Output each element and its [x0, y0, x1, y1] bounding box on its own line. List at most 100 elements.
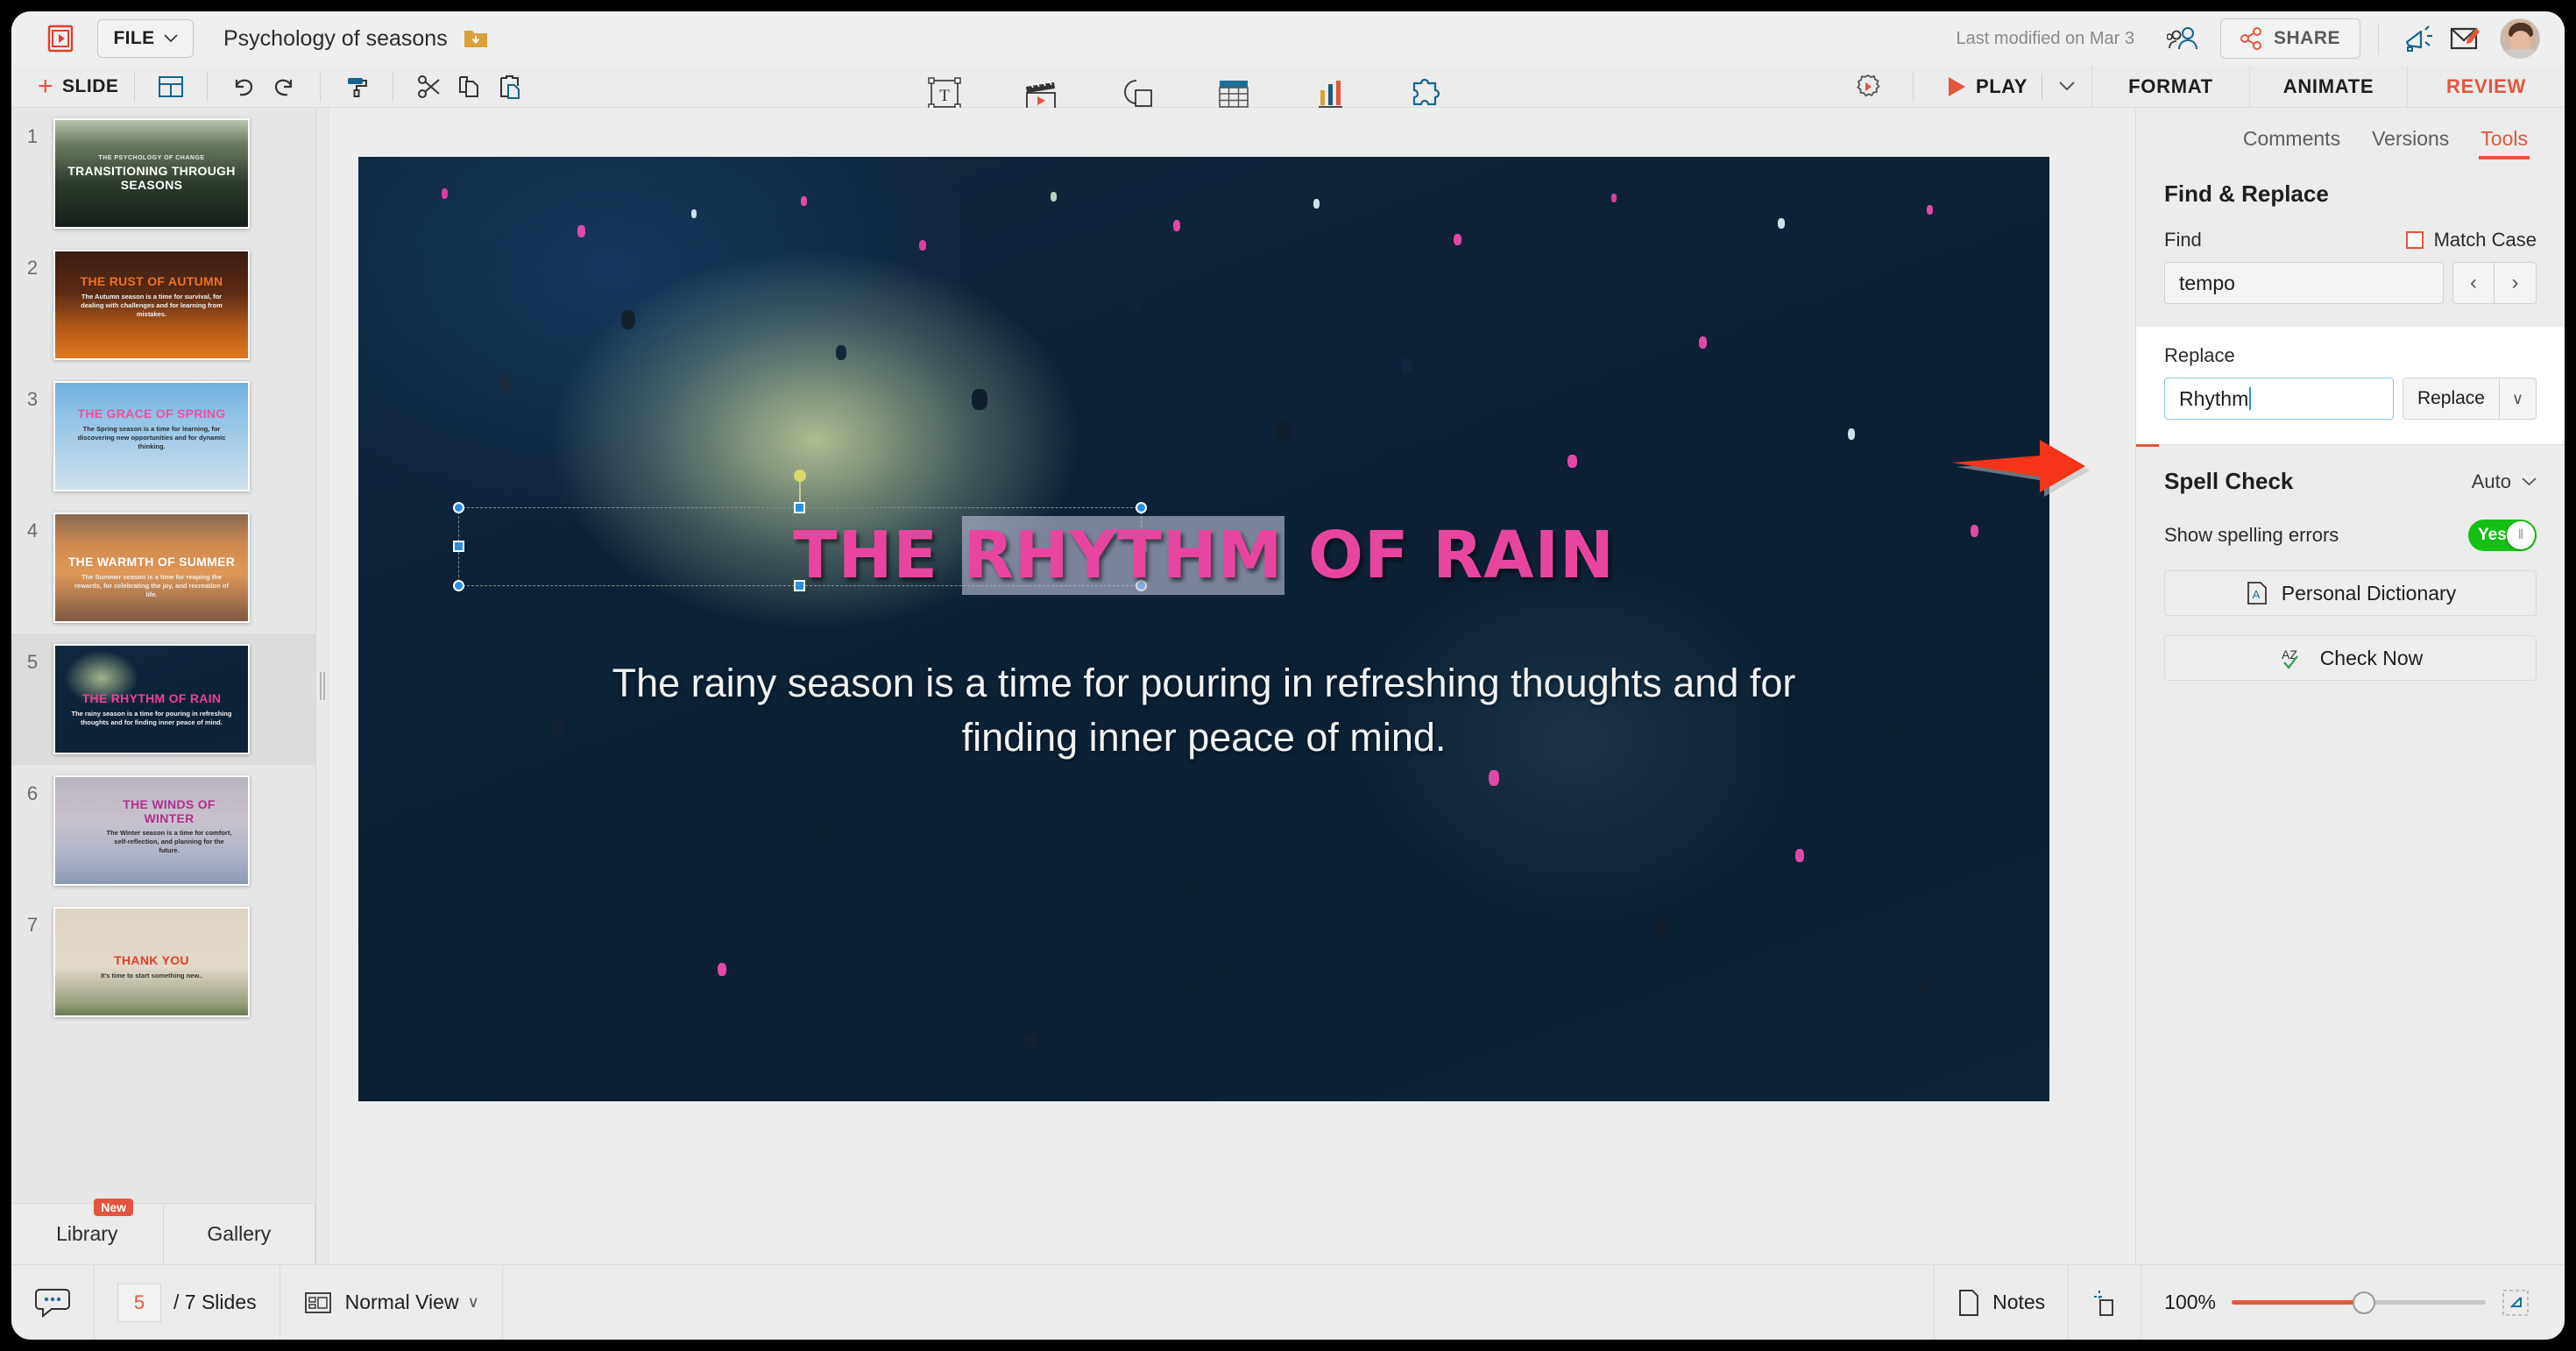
file-menu-button[interactable]: FILE [97, 19, 194, 58]
copy-icon[interactable] [449, 67, 490, 107]
play-label: PLAY [1975, 74, 2028, 97]
share-nodes-icon [2240, 27, 2261, 50]
spell-check-mode-dropdown[interactable]: Auto [2472, 470, 2537, 493]
normal-view-icon [304, 1291, 331, 1313]
fit-guides-button[interactable] [2069, 1265, 2142, 1340]
slide-thumbnail-3[interactable]: 3 THE GRACE OF SPRING The Spring season … [11, 371, 315, 502]
chevron-down-icon [163, 34, 178, 43]
slide-preview[interactable]: THE RUST OF AUTUMN The Autumn season is … [53, 250, 250, 360]
paste-icon[interactable] [490, 67, 530, 107]
sidebar-tab-gallery[interactable]: Gallery [164, 1204, 315, 1264]
slide-position-indicator[interactable]: 5 / 7 Slides [95, 1265, 280, 1340]
slide-preview[interactable]: THANK YOU It's time to start something n… [53, 907, 250, 1017]
rain-speck [814, 823, 826, 839]
slide-title-highlighted-word[interactable]: RHYTHM [961, 516, 1285, 595]
personal-dictionary-button[interactable]: A Personal Dictionary [2164, 570, 2537, 616]
rain-speck [1611, 194, 1617, 202]
rain-speck [1173, 220, 1180, 231]
panel-tab-versions[interactable]: Versions [2372, 127, 2449, 159]
library-new-badge: New [94, 1199, 134, 1216]
collaborators-icon[interactable] [2161, 18, 2206, 59]
find-next-button[interactable]: › [2495, 262, 2537, 304]
find-input[interactable]: tempo [2164, 262, 2444, 304]
replace-button[interactable]: Replace [2402, 378, 2500, 420]
slide-thumbnail-5[interactable]: 5 THE RHYTHM OF RAIN The rainy season is… [11, 633, 315, 765]
slide-title-textbox[interactable]: THE RHYTHM OF RAIN [358, 516, 2049, 595]
ribbon-tab-review[interactable]: REVIEW [2407, 66, 2565, 107]
format-painter-icon[interactable] [336, 67, 377, 107]
rain-speck [577, 225, 585, 237]
undo-icon[interactable] [223, 67, 264, 107]
settings-gear-icon[interactable] [1848, 67, 1888, 107]
replace-options-chevron-icon[interactable]: ∨ [2500, 378, 2537, 420]
show-spelling-errors-toggle[interactable]: Yes ‖ [2468, 520, 2537, 551]
slide-thumbnail-7[interactable]: 7 THANK YOU It's time to start something… [11, 896, 315, 1028]
slide-thumbnail-1[interactable]: 1 THE PSYCHOLOGY OF CHANGE TRANSITIONING… [11, 108, 315, 239]
thumb-title: THE RHYTHM OF RAIN [81, 691, 222, 706]
thumb-body: The Summer season is a time for reaping … [74, 572, 229, 598]
slide-number: 3 [26, 388, 39, 410]
slide-preview[interactable]: THE WINDS OF WINTER The Winter season is… [53, 775, 250, 886]
panel-tab-tools[interactable]: Tools [2479, 127, 2530, 159]
zoom-control[interactable]: 100% [2141, 1265, 2565, 1340]
resize-handle-top-right[interactable] [1136, 502, 1147, 513]
app-logo-icon[interactable] [43, 21, 78, 56]
zoom-slider-fill [2232, 1300, 2364, 1305]
resize-handle-top-center[interactable] [794, 502, 805, 513]
feedback-compose-icon[interactable] [2442, 18, 2488, 59]
slide-thumbnail-2[interactable]: 2 THE RUST OF AUTUMN The Autumn season i… [11, 239, 315, 371]
slide-preview[interactable]: THE GRACE OF SPRING The Spring season is… [53, 381, 250, 492]
rain-speck [442, 188, 448, 199]
slide-body-textbox[interactable]: The rainy season is a time for pouring i… [562, 656, 1847, 765]
rain-speck [1191, 884, 1200, 898]
view-mode-selector[interactable]: Normal View ∨ [280, 1265, 503, 1340]
spell-check-mode-value: Auto [2471, 470, 2511, 492]
slide-preview[interactable]: THE RHYTHM OF RAIN The rainy season is a… [53, 644, 250, 754]
slide-preview[interactable]: THE PSYCHOLOGY OF CHANGE TRANSITIONING T… [53, 118, 250, 229]
share-button[interactable]: SHARE [2219, 18, 2360, 59]
resize-handle-top-left[interactable] [453, 502, 464, 513]
current-slide-input[interactable]: 5 [117, 1283, 161, 1322]
sidebar-resize-handle[interactable] [316, 108, 329, 1264]
sidebar-bottom-tabs: Library New Gallery [11, 1199, 315, 1264]
document-title[interactable]: Psychology of seasons [223, 26, 448, 52]
sidebar-tab-library[interactable]: Library New [11, 1199, 164, 1264]
zoom-slider-knob[interactable] [2352, 1291, 2375, 1314]
play-button[interactable]: PLAY [1929, 75, 2042, 98]
comments-status-button[interactable] [11, 1265, 95, 1340]
play-options-chevron-icon[interactable] [2042, 67, 2091, 107]
rain-speck [1795, 849, 1804, 862]
check-now-label: Check Now [2319, 646, 2424, 669]
slide-thumbnail-6[interactable]: 6 THE WINDS OF WINTER The Winter season … [11, 765, 315, 896]
redo-icon[interactable] [264, 67, 304, 107]
plus-icon: + [38, 71, 54, 101]
match-case-box-icon [2405, 231, 2424, 249]
save-to-folder-icon[interactable] [464, 27, 488, 50]
slide-canvas-area[interactable]: THE RHYTHM OF RAIN The rainy season is a… [329, 108, 2135, 1264]
replace-input[interactable]: Rhythm [2164, 378, 2394, 420]
find-previous-button[interactable]: ‹ [2452, 262, 2495, 304]
status-bar: 5 / 7 Slides Normal View ∨ Notes 100% [11, 1264, 2565, 1340]
slide-thumbnail-4[interactable]: 4 THE WARMTH OF SUMMER The Summer season… [11, 502, 315, 633]
slide-list[interactable]: 1 THE PSYCHOLOGY OF CHANGE TRANSITIONING… [11, 108, 315, 1203]
announcements-megaphone-icon[interactable] [2396, 18, 2442, 59]
active-slide[interactable]: THE RHYTHM OF RAIN The rainy season is a… [358, 157, 2049, 1101]
cut-scissors-icon[interactable] [409, 67, 449, 107]
check-now-button[interactable]: AZ Check Now [2164, 635, 2537, 681]
new-slide-button[interactable]: + SLIDE [38, 71, 118, 101]
zoom-slider[interactable] [2232, 1291, 2486, 1314]
slide-preview[interactable]: THE WARMTH OF SUMMER The Summer season i… [53, 513, 250, 623]
slide-layout-icon[interactable] [151, 67, 191, 107]
thumb-title: THANK YOU [114, 953, 189, 968]
top-bar-right-group: Last modified on Mar 3 SHARE [1957, 18, 2565, 59]
rotation-handle[interactable] [794, 470, 806, 482]
match-case-checkbox[interactable]: Match Case [2405, 229, 2537, 251]
notes-button[interactable]: Notes [1934, 1265, 2070, 1340]
zoom-level-label: 100% [2164, 1291, 2216, 1313]
find-input-row: tempo ‹ › [2164, 262, 2537, 304]
ribbon-tab-animate[interactable]: ANIMATE [2249, 66, 2407, 107]
replace-section: Replace Rhythm Replace ∨ [2136, 327, 2565, 444]
ribbon-tab-format[interactable]: FORMAT [2091, 66, 2249, 107]
user-avatar[interactable] [2500, 18, 2540, 59]
panel-tab-comments[interactable]: Comments [2243, 127, 2340, 159]
